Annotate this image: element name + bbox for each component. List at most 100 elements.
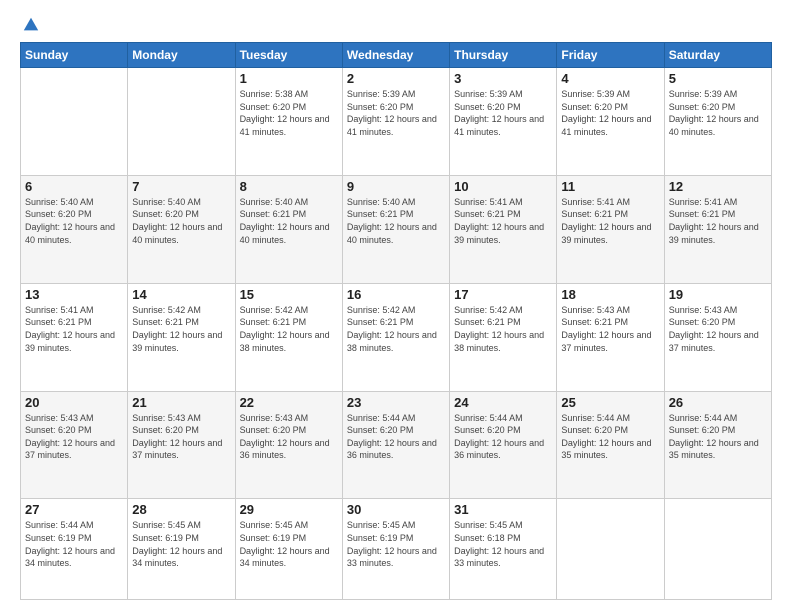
week-row-1: 1 Sunrise: 5:38 AMSunset: 6:20 PMDaylight… — [21, 68, 772, 176]
day-info: Sunrise: 5:40 AMSunset: 6:20 PMDaylight:… — [132, 196, 230, 246]
day-cell: 7Sunrise: 5:40 AMSunset: 6:20 PMDaylight… — [128, 175, 235, 283]
day-number: 1 — [240, 71, 338, 86]
day-number: 9 — [347, 179, 445, 194]
day-number: 6 — [25, 179, 123, 194]
day-info: Sunrise: 5:42 AMSunset: 6:21 PMDaylight:… — [347, 304, 445, 354]
day-number: 2 — [347, 71, 445, 86]
day-cell: 1 Sunrise: 5:38 AMSunset: 6:20 PMDaylight… — [235, 68, 342, 176]
day-number: 24 — [454, 395, 552, 410]
day-cell: 26 Sunrise: 5:44 AMSunset: 6:20 PMDayligh… — [664, 391, 771, 499]
day-info: Sunrise: 5:44 AMSunset: 6:20 PMDaylight:… — [669, 412, 767, 462]
day-info: Sunrise: 5:42 AMSunset: 6:21 PMDaylight:… — [240, 304, 338, 354]
header-cell-wednesday: Wednesday — [342, 43, 449, 68]
day-number: 22 — [240, 395, 338, 410]
day-info: Sunrise: 5:43 AMSunset: 6:21 PMDaylight:… — [561, 304, 659, 354]
header — [20, 16, 772, 34]
week-row-4: 20 Sunrise: 5:43 AMSunset: 6:20 PMDayligh… — [21, 391, 772, 499]
week-row-3: 13Sunrise: 5:41 AMSunset: 6:21 PMDayligh… — [21, 283, 772, 391]
day-number: 25 — [561, 395, 659, 410]
day-cell: 24 Sunrise: 5:44 AMSunset: 6:20 PMDayligh… — [450, 391, 557, 499]
day-number: 26 — [669, 395, 767, 410]
day-cell — [128, 68, 235, 176]
day-info: Sunrise: 5:43 AMSunset: 6:20 PMDaylight:… — [240, 412, 338, 462]
day-cell: 14 Sunrise: 5:42 AMSunset: 6:21 PMDayligh… — [128, 283, 235, 391]
day-cell: 20 Sunrise: 5:43 AMSunset: 6:20 PMDayligh… — [21, 391, 128, 499]
logo-icon — [22, 16, 40, 34]
day-info: Sunrise: 5:45 AMSunset: 6:19 PMDaylight:… — [240, 519, 338, 569]
logo-text — [20, 16, 40, 34]
day-cell: 30 Sunrise: 5:45 AMSunset: 6:19 PMDayligh… — [342, 499, 449, 600]
day-cell: 31 Sunrise: 5:45 AMSunset: 6:18 PMDayligh… — [450, 499, 557, 600]
day-info: Sunrise: 5:40 AMSunset: 6:21 PMDaylight:… — [347, 196, 445, 246]
day-cell: 8Sunrise: 5:40 AMSunset: 6:21 PMDaylight… — [235, 175, 342, 283]
day-cell: 18 Sunrise: 5:43 AMSunset: 6:21 PMDayligh… — [557, 283, 664, 391]
header-cell-saturday: Saturday — [664, 43, 771, 68]
logo — [20, 16, 40, 34]
page: SundayMondayTuesdayWednesdayThursdayFrid… — [0, 0, 792, 612]
day-info: Sunrise: 5:40 AMSunset: 6:20 PMDaylight:… — [25, 196, 123, 246]
day-info: Sunrise: 5:45 AMSunset: 6:19 PMDaylight:… — [347, 519, 445, 569]
day-cell: 13Sunrise: 5:41 AMSunset: 6:21 PMDayligh… — [21, 283, 128, 391]
day-number: 14 — [132, 287, 230, 302]
day-cell: 3 Sunrise: 5:39 AMSunset: 6:20 PMDaylight… — [450, 68, 557, 176]
day-number: 16 — [347, 287, 445, 302]
day-number: 4 — [561, 71, 659, 86]
day-cell: 5 Sunrise: 5:39 AMSunset: 6:20 PMDaylight… — [664, 68, 771, 176]
day-info: Sunrise: 5:39 AMSunset: 6:20 PMDaylight:… — [561, 88, 659, 138]
day-number: 18 — [561, 287, 659, 302]
day-number: 28 — [132, 502, 230, 517]
day-info: Sunrise: 5:41 AMSunset: 6:21 PMDaylight:… — [454, 196, 552, 246]
day-cell: 12 Sunrise: 5:41 AMSunset: 6:21 PMDayligh… — [664, 175, 771, 283]
day-cell — [21, 68, 128, 176]
day-number: 8 — [240, 179, 338, 194]
day-number: 17 — [454, 287, 552, 302]
day-info: Sunrise: 5:43 AMSunset: 6:20 PMDaylight:… — [132, 412, 230, 462]
day-number: 30 — [347, 502, 445, 517]
day-number: 29 — [240, 502, 338, 517]
day-cell — [557, 499, 664, 600]
day-info: Sunrise: 5:44 AMSunset: 6:20 PMDaylight:… — [561, 412, 659, 462]
day-cell: 4 Sunrise: 5:39 AMSunset: 6:20 PMDaylight… — [557, 68, 664, 176]
day-info: Sunrise: 5:43 AMSunset: 6:20 PMDaylight:… — [669, 304, 767, 354]
header-cell-sunday: Sunday — [21, 43, 128, 68]
day-cell: 16 Sunrise: 5:42 AMSunset: 6:21 PMDayligh… — [342, 283, 449, 391]
day-cell: 21 Sunrise: 5:43 AMSunset: 6:20 PMDayligh… — [128, 391, 235, 499]
day-number: 15 — [240, 287, 338, 302]
day-info: Sunrise: 5:41 AMSunset: 6:21 PMDaylight:… — [669, 196, 767, 246]
day-number: 12 — [669, 179, 767, 194]
day-info: Sunrise: 5:45 AMSunset: 6:18 PMDaylight:… — [454, 519, 552, 569]
calendar-body: 1 Sunrise: 5:38 AMSunset: 6:20 PMDaylight… — [21, 68, 772, 600]
day-cell: 28 Sunrise: 5:45 AMSunset: 6:19 PMDayligh… — [128, 499, 235, 600]
day-number: 5 — [669, 71, 767, 86]
day-info: Sunrise: 5:43 AMSunset: 6:20 PMDaylight:… — [25, 412, 123, 462]
day-number: 19 — [669, 287, 767, 302]
day-info: Sunrise: 5:42 AMSunset: 6:21 PMDaylight:… — [454, 304, 552, 354]
day-number: 31 — [454, 502, 552, 517]
header-cell-monday: Monday — [128, 43, 235, 68]
day-info: Sunrise: 5:39 AMSunset: 6:20 PMDaylight:… — [669, 88, 767, 138]
day-cell: 15 Sunrise: 5:42 AMSunset: 6:21 PMDayligh… — [235, 283, 342, 391]
day-number: 27 — [25, 502, 123, 517]
day-number: 21 — [132, 395, 230, 410]
day-info: Sunrise: 5:44 AMSunset: 6:19 PMDaylight:… — [25, 519, 123, 569]
day-cell: 2 Sunrise: 5:39 AMSunset: 6:20 PMDaylight… — [342, 68, 449, 176]
header-cell-tuesday: Tuesday — [235, 43, 342, 68]
day-cell: 11Sunrise: 5:41 AMSunset: 6:21 PMDayligh… — [557, 175, 664, 283]
day-info: Sunrise: 5:38 AMSunset: 6:20 PMDaylight:… — [240, 88, 338, 138]
day-info: Sunrise: 5:39 AMSunset: 6:20 PMDaylight:… — [347, 88, 445, 138]
day-cell: 9 Sunrise: 5:40 AMSunset: 6:21 PMDaylight… — [342, 175, 449, 283]
day-number: 3 — [454, 71, 552, 86]
day-number: 20 — [25, 395, 123, 410]
day-number: 23 — [347, 395, 445, 410]
day-number: 10 — [454, 179, 552, 194]
day-number: 11 — [561, 179, 659, 194]
header-row: SundayMondayTuesdayWednesdayThursdayFrid… — [21, 43, 772, 68]
day-cell — [664, 499, 771, 600]
day-info: Sunrise: 5:42 AMSunset: 6:21 PMDaylight:… — [132, 304, 230, 354]
day-info: Sunrise: 5:45 AMSunset: 6:19 PMDaylight:… — [132, 519, 230, 569]
day-info: Sunrise: 5:41 AMSunset: 6:21 PMDaylight:… — [25, 304, 123, 354]
day-info: Sunrise: 5:39 AMSunset: 6:20 PMDaylight:… — [454, 88, 552, 138]
day-info: Sunrise: 5:44 AMSunset: 6:20 PMDaylight:… — [454, 412, 552, 462]
day-cell: 19 Sunrise: 5:43 AMSunset: 6:20 PMDayligh… — [664, 283, 771, 391]
day-cell: 27 Sunrise: 5:44 AMSunset: 6:19 PMDayligh… — [21, 499, 128, 600]
